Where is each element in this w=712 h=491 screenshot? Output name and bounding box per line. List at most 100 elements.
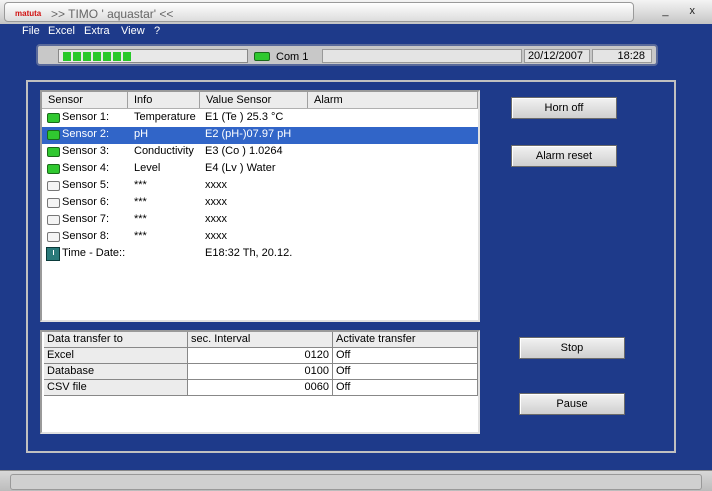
progress-segment [113, 52, 121, 61]
sensor-name: Sensor 4: [62, 162, 110, 174]
sensor-info: pH [134, 128, 149, 140]
menu-excel[interactable]: Excel [48, 25, 75, 37]
horn-off-button[interactable]: Horn off [511, 97, 617, 119]
sensor-info: Level [134, 162, 161, 174]
sensor-name: Sensor 3: [62, 145, 110, 157]
sensor-led-off-icon [47, 181, 60, 191]
sensor-led-off-icon [47, 215, 60, 225]
sensor-row[interactable]: Sensor 5: *** xxxx [42, 178, 478, 195]
sensor-value: xxxx [205, 230, 227, 242]
progress-segment [83, 52, 91, 61]
table-row[interactable]: Database 0100 Off [44, 364, 478, 380]
sensor-value: E2 (pH-)07.97 pH [205, 128, 292, 140]
sensor-list-header: Sensor Info Value Sensor Alarm [42, 92, 478, 109]
sensor-name: Time - Date:: [62, 247, 126, 259]
column-header-info[interactable]: Info [128, 92, 200, 108]
sensor-info: Conductivity [134, 145, 194, 157]
transfer-interval[interactable]: 0060 [188, 380, 333, 396]
stop-button[interactable]: Stop [519, 337, 625, 359]
progress-segment [63, 52, 71, 61]
sensor-value: E18:32 Th, 20.12. [205, 247, 293, 259]
sensor-info: *** [134, 213, 147, 225]
alarm-reset-button[interactable]: Alarm reset [511, 145, 617, 167]
bottom-status-field [10, 474, 702, 490]
sensor-led-off-icon [47, 232, 60, 242]
sensor-row[interactable]: Sensor 4: Level E4 (Lv ) Water [42, 161, 478, 178]
clock-icon [46, 247, 60, 261]
sensor-value: E4 (Lv ) Water [205, 162, 276, 174]
sensor-name: Sensor 8: [62, 230, 110, 242]
progress-segment [123, 52, 131, 61]
title-bar-frame: matuta >> TIMO ' aquastar' << [4, 2, 634, 22]
menu-bar: File Excel Extra View ? [0, 24, 712, 40]
sensor-name: Sensor 1: [62, 111, 110, 123]
menu-help[interactable]: ? [154, 25, 160, 37]
status-message-field [322, 49, 522, 63]
sensor-row[interactable]: Sensor 1: Temperature E1 (Te ) 25.3 °C [42, 110, 478, 127]
transfer-interval[interactable]: 0100 [188, 364, 333, 380]
menu-file[interactable]: File [22, 25, 40, 37]
transfer-header-row: Data transfer to sec. Interval Activate … [44, 332, 478, 348]
date-value: 20/12/2007 [527, 50, 583, 62]
transfer-active[interactable]: Off [333, 348, 478, 364]
sensor-led-off-icon [47, 198, 60, 208]
transfer-target: CSV file [44, 380, 188, 396]
sensor-led-on-icon [47, 130, 60, 140]
transfer-target: Database [44, 364, 188, 380]
sensor-name: Sensor 6: [62, 196, 110, 208]
column-header-activate: Activate transfer [333, 332, 478, 348]
column-header-sensor[interactable]: Sensor [42, 92, 128, 108]
progress-segment [73, 52, 81, 61]
com-port-label: Com 1 [276, 51, 309, 63]
sensor-led-on-icon [47, 147, 60, 157]
sensor-value: xxxx [205, 179, 227, 191]
sensor-info: Temperature [134, 111, 196, 123]
data-transfer-table[interactable]: Data transfer to sec. Interval Activate … [40, 330, 480, 434]
sensor-row[interactable]: Sensor 7: *** xxxx [42, 212, 478, 229]
column-header-alarm[interactable]: Alarm [308, 92, 478, 108]
status-strip: Com 1 20/12/2007 18:28 [36, 44, 658, 66]
table-row[interactable]: CSV file 0060 Off [44, 380, 478, 396]
sensor-name: Sensor 7: [62, 213, 110, 225]
window-title: >> TIMO ' aquastar' << [51, 7, 174, 21]
progress-bar [58, 49, 248, 63]
sensor-info: *** [134, 230, 147, 242]
pause-button[interactable]: Pause [519, 393, 625, 415]
sensor-row[interactable]: Sensor 3: Conductivity E3 (Co ) 1.0264 [42, 144, 478, 161]
sensor-led-on-icon [47, 164, 60, 174]
window-controls[interactable]: _ x [662, 5, 704, 17]
sensor-info: *** [134, 196, 147, 208]
column-header-value[interactable]: Value Sensor [200, 92, 308, 108]
table-row[interactable]: Excel 0120 Off [44, 348, 478, 364]
bottom-status-bar [0, 470, 712, 491]
progress-segment [103, 52, 111, 61]
transfer-active[interactable]: Off [333, 380, 478, 396]
time-value: 18:28 [617, 50, 645, 62]
sensor-list[interactable]: Sensor Info Value Sensor Alarm Sensor 1:… [40, 90, 480, 322]
date-field: 20/12/2007 [524, 49, 590, 63]
sensor-value: xxxx [205, 213, 227, 225]
sensor-row-selected[interactable]: Sensor 2: pH E2 (pH-)07.97 pH [42, 127, 478, 144]
transfer-interval[interactable]: 0120 [188, 348, 333, 364]
sensor-led-on-icon [47, 113, 60, 123]
sensor-value: xxxx [205, 196, 227, 208]
sensor-row[interactable]: Sensor 6: *** xxxx [42, 195, 478, 212]
menu-extra[interactable]: Extra [84, 25, 110, 37]
time-field: 18:28 [592, 49, 652, 63]
column-header-interval: sec. Interval [188, 332, 333, 348]
sensor-row[interactable]: Sensor 8: *** xxxx [42, 229, 478, 246]
transfer-active[interactable]: Off [333, 364, 478, 380]
sensor-value: E1 (Te ) 25.3 °C [205, 111, 284, 123]
progress-segment [93, 52, 101, 61]
menu-view[interactable]: View [121, 25, 145, 37]
sensor-name: Sensor 2: [62, 128, 110, 140]
time-date-row[interactable]: Time - Date:: E18:32 Th, 20.12. [42, 246, 478, 263]
com-led-icon [254, 52, 270, 61]
sensor-value: E3 (Co ) 1.0264 [205, 145, 283, 157]
sensor-info: *** [134, 179, 147, 191]
title-bar: matuta >> TIMO ' aquastar' << _ x [0, 0, 712, 24]
column-header-target: Data transfer to [44, 332, 188, 348]
app-logo: matuta [15, 9, 42, 18]
transfer-target: Excel [44, 348, 188, 364]
sensor-name: Sensor 5: [62, 179, 110, 191]
